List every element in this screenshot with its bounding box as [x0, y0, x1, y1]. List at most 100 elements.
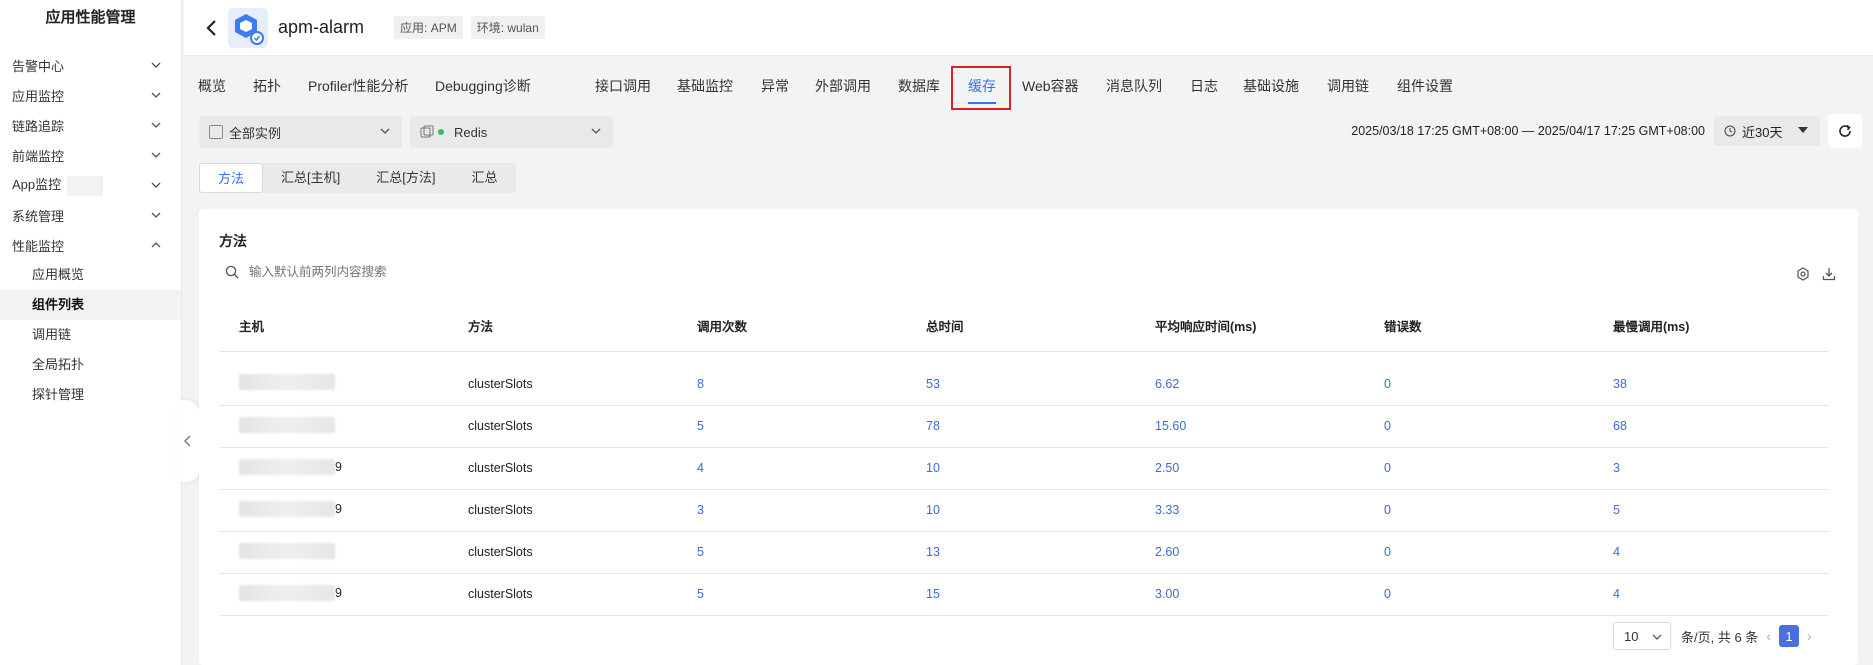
pagination: 10 条/页, 共 6 条 ‹ 1 ›	[1613, 622, 1820, 650]
status-dot-icon	[438, 129, 444, 135]
component-select[interactable]: Redis	[410, 116, 613, 148]
column-header-calls[interactable]: 调用次数	[677, 301, 906, 352]
errors-link[interactable]: 0	[1364, 447, 1593, 490]
subtab-method[interactable]: 方法	[199, 163, 264, 193]
errors-link[interactable]: 0	[1364, 489, 1593, 532]
sidebar-group-performance-monitor[interactable]: 性能监控	[0, 230, 181, 260]
total-time-link[interactable]: 53	[906, 363, 1135, 406]
sidebar: 应用性能管理 告警中心 应用监控 链路追踪 前端监控 App监控 系统管理 性能…	[0, 0, 182, 665]
sidebar-item-global-topology[interactable]: 全局拓扑	[0, 350, 181, 380]
sidebar-group-tracing[interactable]: 链路追踪	[0, 110, 181, 140]
tab-component-settings[interactable]: 组件设置	[1397, 76, 1453, 96]
sidebar-group-label: 应用监控	[12, 88, 65, 104]
sidebar-collapse-toggle[interactable]	[177, 400, 199, 482]
redacted-host	[239, 416, 335, 433]
tab-profiler[interactable]: Profiler性能分析	[308, 76, 408, 96]
tab-interface-calls[interactable]: 接口调用	[595, 76, 651, 96]
column-header-method[interactable]: 方法	[448, 301, 677, 352]
sidebar-item-call-chain[interactable]: 调用链	[0, 320, 181, 350]
calls-link[interactable]: 5	[677, 531, 906, 574]
subtab-summary-method[interactable]: 汇总[方法]	[358, 163, 453, 193]
calls-link[interactable]: 4	[677, 447, 906, 490]
refresh-button[interactable]	[1828, 114, 1862, 148]
host-cell	[219, 363, 448, 406]
slowest-link[interactable]: 3	[1593, 447, 1829, 490]
sidebar-group-app-monitor[interactable]: 应用监控	[0, 80, 181, 110]
errors-link[interactable]: 0	[1364, 531, 1593, 574]
prev-page-button[interactable]: ‹	[1766, 628, 1771, 644]
column-header-total-time[interactable]: 总时间	[906, 301, 1135, 352]
calls-link[interactable]: 3	[677, 489, 906, 532]
sidebar-group-app-monitoring[interactable]: App监控	[0, 170, 181, 200]
tab-message-queue[interactable]: 消息队列	[1106, 76, 1162, 96]
avg-response-link[interactable]: 6.62	[1135, 363, 1364, 406]
redacted-host	[239, 374, 335, 391]
slowest-link[interactable]: 38	[1593, 363, 1829, 406]
tab-overview[interactable]: 概览	[198, 76, 226, 96]
total-time-link[interactable]: 10	[906, 447, 1135, 490]
tab-topology[interactable]: 拓扑	[253, 76, 281, 96]
errors-link[interactable]: 0	[1364, 405, 1593, 448]
instance-icon	[209, 125, 223, 139]
slowest-link[interactable]: 68	[1593, 405, 1829, 448]
errors-link[interactable]: 0	[1364, 363, 1593, 406]
tab-web-container[interactable]: Web容器	[1022, 76, 1079, 96]
sidebar-item-probe-management[interactable]: 探针管理	[0, 380, 181, 410]
quick-range-select[interactable]: 近30天	[1714, 116, 1820, 146]
sidebar-group-alert-center[interactable]: 告警中心	[0, 50, 181, 80]
chevron-down-icon	[151, 152, 161, 158]
avg-response-link[interactable]: 15.60	[1135, 405, 1364, 448]
subtab-summary[interactable]: 汇总	[453, 163, 515, 193]
avg-response-link[interactable]: 2.60	[1135, 531, 1364, 574]
tab-debugging[interactable]: Debugging诊断	[435, 76, 531, 96]
back-button[interactable]	[200, 16, 224, 40]
slowest-link[interactable]: 4	[1593, 531, 1829, 574]
calls-link[interactable]: 8	[677, 363, 906, 406]
column-header-host[interactable]: 主机	[219, 301, 448, 352]
instance-select[interactable]: 全部实例	[199, 116, 402, 148]
current-page-button[interactable]: 1	[1778, 625, 1799, 647]
sidebar-item-component-list[interactable]: 组件列表	[0, 290, 181, 320]
sidebar-group-label: 告警中心	[12, 58, 65, 74]
avg-response-link[interactable]: 3.00	[1135, 573, 1364, 616]
avg-response-link[interactable]: 2.50	[1135, 447, 1364, 490]
total-time-link[interactable]: 13	[906, 531, 1135, 574]
sidebar-group-system-management[interactable]: 系统管理	[0, 200, 181, 230]
subtab-summary-host[interactable]: 汇总[主机]	[263, 163, 358, 193]
avg-response-link[interactable]: 3.33	[1135, 489, 1364, 532]
date-range-display[interactable]: 2025/03/18 17:25 GMT+08:00 — 2025/04/17 …	[1351, 124, 1705, 138]
sidebar-group-label: 性能监控	[12, 238, 65, 254]
sidebar-item-app-overview[interactable]: 应用概览	[0, 260, 181, 290]
calls-link[interactable]: 5	[677, 573, 906, 616]
tab-basic-monitor[interactable]: 基础监控	[677, 76, 733, 96]
search-icon	[225, 265, 239, 279]
tab-external-calls[interactable]: 外部调用	[815, 76, 871, 96]
host-cell	[219, 405, 448, 448]
component-icon	[420, 125, 434, 138]
total-time-link[interactable]: 78	[906, 405, 1135, 448]
total-time-link[interactable]: 10	[906, 489, 1135, 532]
settings-icon[interactable]	[1796, 267, 1810, 281]
redacted-host	[239, 542, 335, 559]
column-header-slowest[interactable]: 最慢调用(ms)	[1593, 301, 1829, 352]
search-box[interactable]	[225, 265, 549, 279]
calls-link[interactable]: 5	[677, 405, 906, 448]
page-size-select[interactable]: 10	[1613, 622, 1671, 650]
slowest-link[interactable]: 4	[1593, 573, 1829, 616]
column-header-errors[interactable]: 错误数	[1364, 301, 1593, 352]
errors-link[interactable]: 0	[1364, 573, 1593, 616]
sidebar-group-frontend-monitor[interactable]: 前端监控	[0, 140, 181, 170]
tab-exceptions[interactable]: 异常	[761, 76, 789, 96]
tab-logs[interactable]: 日志	[1190, 76, 1218, 96]
total-time-link[interactable]: 15	[906, 573, 1135, 616]
column-header-avg-response[interactable]: 平均响应时间(ms)	[1135, 301, 1364, 352]
next-page-button[interactable]: ›	[1807, 628, 1812, 644]
sidebar-title: 应用性能管理	[45, 9, 136, 26]
tab-call-chain[interactable]: 调用链	[1327, 76, 1369, 96]
tab-infrastructure[interactable]: 基础设施	[1243, 76, 1299, 96]
card-actions	[1796, 267, 1836, 281]
search-input[interactable]	[249, 265, 549, 279]
download-icon[interactable]	[1822, 267, 1836, 281]
slowest-link[interactable]: 5	[1593, 489, 1829, 532]
tab-database[interactable]: 数据库	[898, 76, 940, 96]
